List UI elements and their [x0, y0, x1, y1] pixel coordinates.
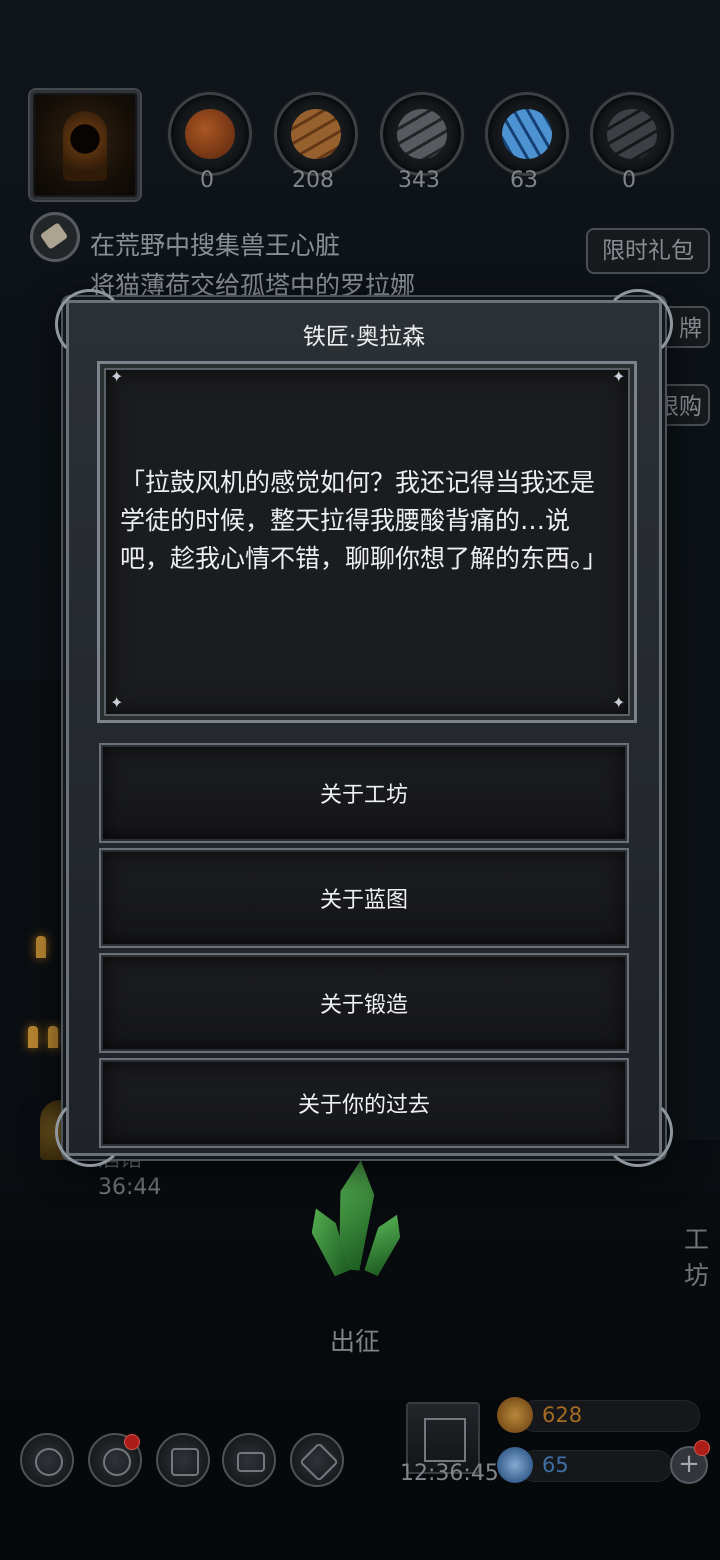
option-forging-button[interactable]: 关于锻造	[99, 953, 629, 1053]
speech-text: 「拉鼓风机的感觉如何？我还记得当我还是学徒的时候，整天拉得我腰酸背痛的…说吧，趁…	[120, 468, 608, 573]
sparkle-icon: ✦	[110, 367, 124, 386]
sparkle-icon: ✦	[110, 693, 124, 712]
speech-panel: ✦ ✦ ✦ ✦ 「拉鼓风机的感觉如何？我还记得当我还是学徒的时候，整天拉得我腰酸…	[97, 361, 637, 723]
sparkle-icon: ✦	[612, 367, 626, 386]
option-your-past-button[interactable]: 关于你的过去	[99, 1058, 629, 1148]
npc-name: 铁匠·奥拉森	[302, 324, 426, 350]
option-blueprint-button[interactable]: 关于蓝图	[99, 848, 629, 948]
npc-dialog: 铁匠·奥拉森 ✦ ✦ ✦ ✦ 「拉鼓风机的感觉如何？我还记得当我还是学徒的时候，…	[55, 289, 673, 1167]
option-workshop-button[interactable]: 关于工坊	[99, 743, 629, 843]
sparkle-icon: ✦	[612, 693, 626, 712]
